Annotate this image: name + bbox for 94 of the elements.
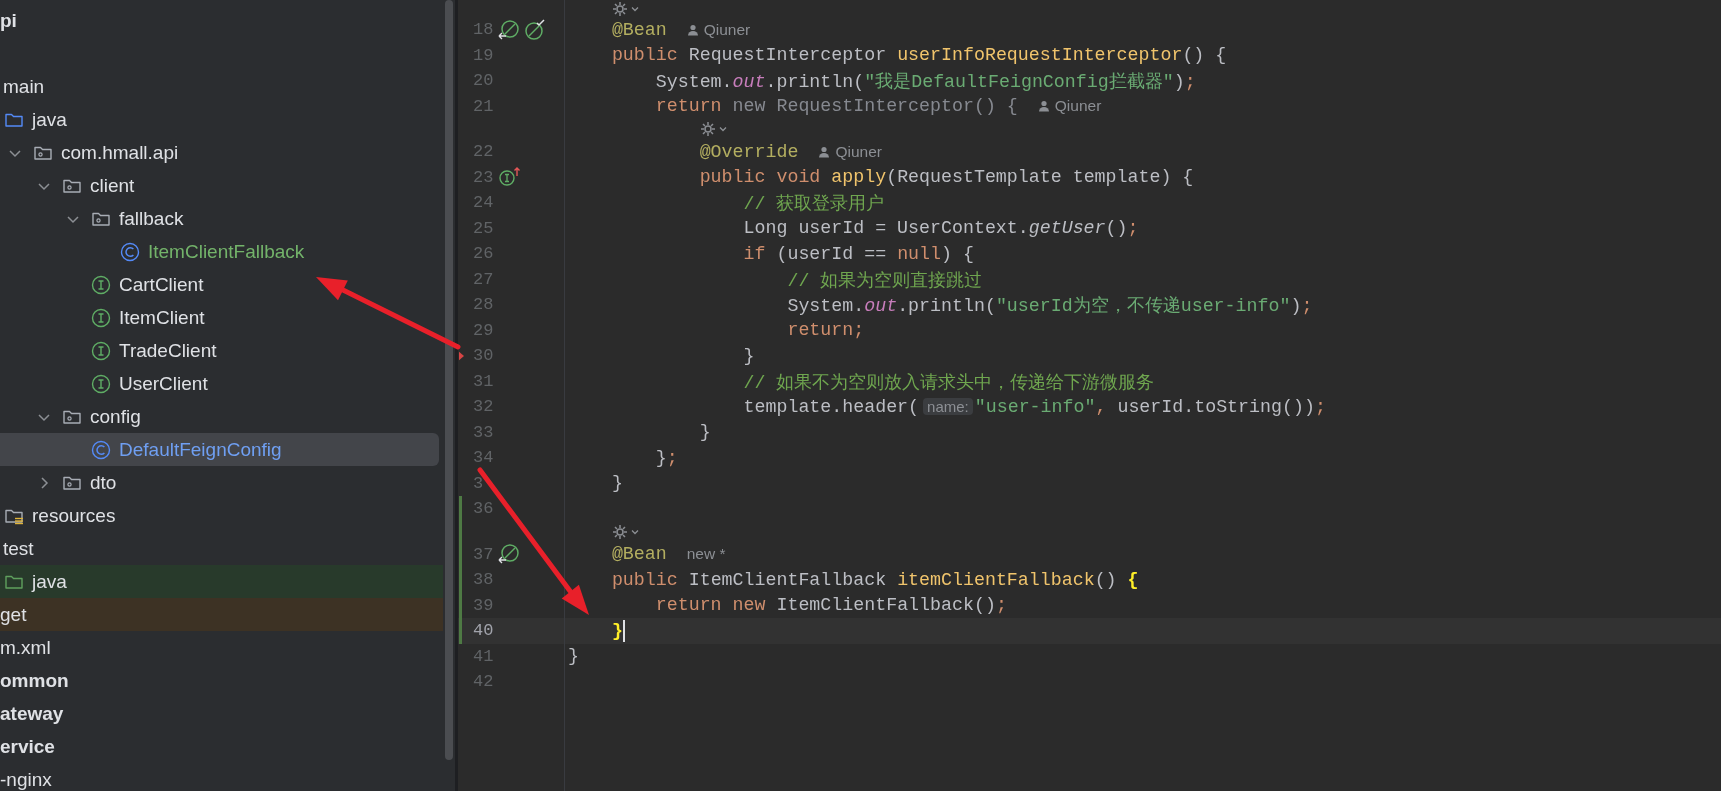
chevron-down-icon[interactable] xyxy=(717,124,728,134)
code-line: return new ItemClientFallback(); xyxy=(654,595,1007,616)
tree-item[interactable]: ommon xyxy=(0,664,443,697)
code-line: } xyxy=(610,620,623,641)
change-note: new * xyxy=(686,545,726,564)
tree-item[interactable]: -nginx xyxy=(0,763,443,791)
line-number: 39 xyxy=(473,595,494,615)
tree-item[interactable]: ItemClientFallback xyxy=(0,235,443,268)
person-icon xyxy=(818,145,831,158)
code-line: if (userId == null) { xyxy=(742,243,974,264)
code-line: @Bean xyxy=(610,544,667,565)
bean-icon[interactable] xyxy=(498,543,520,566)
bean-icon[interactable] xyxy=(498,18,520,41)
line-number: 23 xyxy=(473,167,494,187)
author-name[interactable]: Qiuner xyxy=(835,142,882,161)
line-number: 22 xyxy=(473,142,494,162)
class-icon xyxy=(91,439,111,460)
code-line: // 获取登录用户 xyxy=(742,193,885,216)
tree-item[interactable]: UserClient xyxy=(0,367,443,400)
tree-item[interactable]: java xyxy=(0,565,443,598)
interface-icon xyxy=(91,373,111,394)
code-line: // 如果为空则直接跳过 xyxy=(786,269,983,292)
code-line: public ItemClientFallback itemClientFallback() { xyxy=(610,569,1139,590)
text-caret xyxy=(622,619,625,642)
line-number: 32 xyxy=(473,397,494,417)
bean-check-icon[interactable] xyxy=(524,18,546,41)
author-name[interactable]: Qiuner xyxy=(703,20,751,39)
line-number: 33 xyxy=(473,422,494,442)
line-number: 31 xyxy=(473,371,494,391)
interface-icon xyxy=(91,307,111,328)
line-number: 25 xyxy=(473,218,494,238)
line-number: 27 xyxy=(473,269,494,289)
class-icon xyxy=(120,241,140,262)
tree-item[interactable]: ateway xyxy=(0,697,443,730)
interface-icon xyxy=(91,340,111,361)
tree-item[interactable]: pi xyxy=(0,4,443,37)
tree-item[interactable]: ervice xyxy=(0,730,443,763)
line-number: 40 xyxy=(473,621,494,641)
code-line: // 如果不为空则放入请求头中，传递给下游微服务 xyxy=(742,371,1155,394)
code-line: return new RequestInterceptor() { xyxy=(654,96,1018,117)
tree-item[interactable]: CartClient xyxy=(0,268,443,301)
tree-item[interactable]: com.hmall.api xyxy=(0,136,443,169)
code-line: }; xyxy=(654,447,678,468)
tree-item[interactable]: TradeClient xyxy=(0,334,443,367)
code-line: System.out.println("userId为空，不传递user-info"); xyxy=(786,295,1313,318)
line-number: 3 xyxy=(473,473,484,493)
line-number: 21 xyxy=(473,96,494,116)
code-line: template.header( name: "user-info", userId.toString()); xyxy=(742,396,1326,417)
gear-icon[interactable] xyxy=(611,0,628,17)
line-number: 42 xyxy=(473,672,494,692)
implements-icon[interactable] xyxy=(498,166,520,189)
tree-item[interactable]: client xyxy=(0,169,443,202)
tree-item[interactable]: java xyxy=(0,103,443,136)
person-icon xyxy=(686,23,699,36)
line-number: 29 xyxy=(473,320,494,340)
interface-icon xyxy=(91,274,111,295)
line-number: 24 xyxy=(473,193,494,213)
tree-item[interactable]: get xyxy=(0,598,443,631)
tree-item[interactable]: config xyxy=(0,400,443,433)
code-line: System.out.println("我是DefaultFeignConfig拦截器"); xyxy=(654,71,1196,94)
line-number: 34 xyxy=(473,448,494,468)
code-line: @Bean xyxy=(610,19,667,40)
line-number: 36 xyxy=(473,499,494,519)
line-number: 30 xyxy=(473,346,494,366)
code-line: public RequestInterceptor userInfoRequestInterceptor() { xyxy=(610,45,1227,66)
code-line: } xyxy=(698,422,711,443)
code-line: @Override xyxy=(698,141,799,162)
author-name[interactable]: Qiuner xyxy=(1054,97,1102,116)
tree-item[interactable]: m.xml xyxy=(0,631,443,664)
line-number: 26 xyxy=(473,244,494,264)
code-line: } xyxy=(610,473,623,494)
line-number: 28 xyxy=(473,295,494,315)
tree-item[interactable]: test xyxy=(0,532,443,565)
gear-icon[interactable] xyxy=(699,121,716,137)
tree-item[interactable]: main xyxy=(0,70,443,103)
line-number: 20 xyxy=(473,71,494,91)
code-line: public void apply(RequestTemplate template) { xyxy=(698,167,1194,188)
tree-item[interactable]: ItemClient xyxy=(0,301,443,334)
line-number: 37 xyxy=(473,544,494,564)
tree-item[interactable]: resources xyxy=(0,499,443,532)
code-line: } xyxy=(568,646,579,667)
tree-item[interactable]: fallback xyxy=(0,202,443,235)
tree-item[interactable]: DefaultFeignConfig xyxy=(0,433,439,466)
tree-item[interactable]: dto xyxy=(0,466,443,499)
code-line: return; xyxy=(786,320,865,341)
code-line: Long userId = UserContext.getUser(); xyxy=(742,218,1139,239)
gear-icon[interactable] xyxy=(611,523,628,540)
code-line: } xyxy=(742,345,755,366)
line-number: 19 xyxy=(473,45,494,65)
line-number: 18 xyxy=(473,20,494,40)
line-number: 38 xyxy=(473,570,494,590)
line-number: 41 xyxy=(473,646,494,666)
scrollbar-thumb[interactable] xyxy=(445,0,453,760)
person-icon xyxy=(1037,100,1050,113)
